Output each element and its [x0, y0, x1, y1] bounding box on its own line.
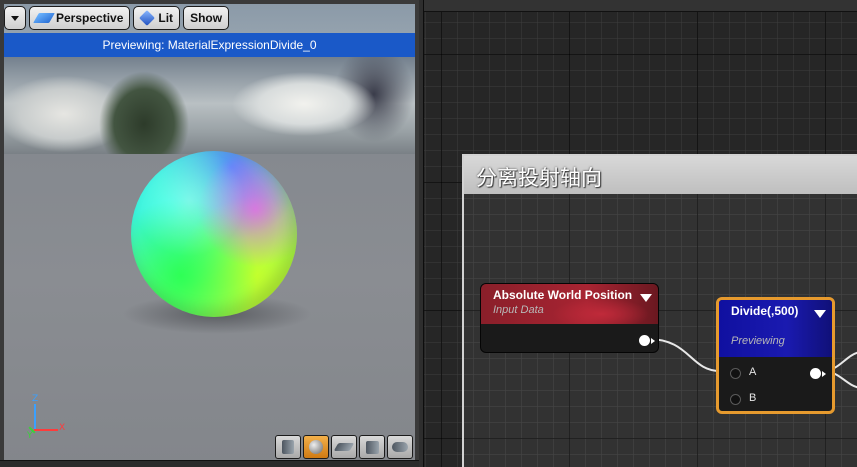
preview-mesh-toolbar	[275, 435, 413, 459]
x-axis-line	[34, 429, 58, 431]
input-pin-a[interactable]	[730, 368, 741, 379]
collapse-arrow-icon[interactable]	[814, 310, 826, 318]
plane-icon	[333, 443, 355, 451]
z-axis-line	[34, 404, 36, 430]
preview-viewport-frame: Perspective Lit Show Previewing: Materia…	[0, 0, 419, 467]
cube-icon	[365, 440, 379, 454]
collapse-arrow-icon[interactable]	[640, 294, 652, 302]
output-pin[interactable]	[810, 368, 826, 379]
x-axis-label: X	[59, 423, 66, 433]
sphere-preview-button[interactable]	[303, 435, 329, 459]
axis-gizmo: Z X Y	[22, 394, 72, 443]
perspective-icon	[33, 13, 55, 23]
pin-a-label: A	[749, 366, 757, 378]
show-label: Show	[190, 11, 223, 25]
node-title: Absolute World Position	[493, 288, 633, 302]
viewport-bottom-strip	[0, 460, 419, 467]
node-header: Absolute World Position Input Data	[481, 284, 658, 324]
show-button[interactable]: Show	[183, 6, 230, 30]
environment-background	[4, 54, 415, 164]
perspective-label: Perspective	[56, 11, 124, 25]
divide-node[interactable]: Divide(,500) Previewing A B	[716, 297, 835, 414]
preview-status-text: Previewing: MaterialExpressionDivide_0	[102, 38, 317, 52]
material-editor: Perspective Lit Show Previewing: Materia…	[0, 0, 857, 467]
panel-splitter[interactable]	[419, 0, 424, 467]
preview-sphere	[131, 151, 297, 317]
lit-button[interactable]: Lit	[133, 6, 181, 30]
y-axis-label: Y	[27, 431, 33, 441]
comment-title[interactable]: 分离投射轴向	[464, 156, 857, 194]
node-subtitle: Previewing	[731, 335, 785, 347]
viewport-toolbar: Perspective Lit Show	[4, 6, 230, 30]
node-header: Divide(,500) Previewing	[719, 300, 832, 357]
cylinder-preview-button[interactable]	[275, 435, 301, 459]
plane-preview-button[interactable]	[331, 435, 357, 459]
graph-top-bar	[419, 0, 857, 12]
chevron-down-icon	[11, 15, 19, 21]
node-title: Divide(,500)	[731, 304, 799, 318]
node-subtitle: Input Data	[493, 304, 544, 316]
perspective-button[interactable]: Perspective	[29, 6, 131, 30]
preview-status-bar: Previewing: MaterialExpressionDivide_0	[4, 33, 415, 57]
cube-preview-button[interactable]	[359, 435, 385, 459]
sphere-icon	[309, 440, 323, 454]
lit-icon	[139, 10, 156, 26]
input-pin-b[interactable]	[730, 394, 741, 405]
custom-mesh-preview-button[interactable]	[387, 435, 413, 459]
viewport-options-button[interactable]	[4, 6, 26, 30]
preview-viewport[interactable]	[4, 4, 415, 460]
output-pin[interactable]	[639, 335, 655, 346]
absolute-world-position-node[interactable]: Absolute World Position Input Data	[480, 283, 659, 353]
cylinder-icon	[282, 440, 294, 454]
z-axis-label: Z	[32, 394, 39, 404]
teapot-icon	[392, 442, 408, 452]
pin-b-label: B	[749, 392, 757, 404]
lit-label: Lit	[158, 11, 174, 25]
